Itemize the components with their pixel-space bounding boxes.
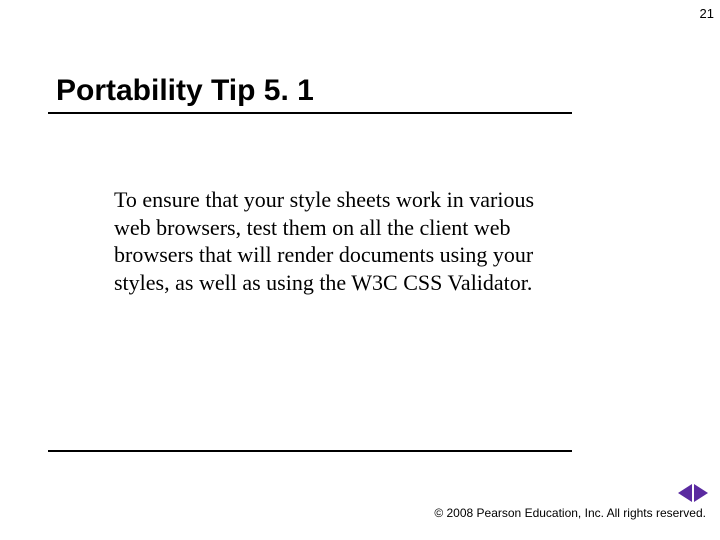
nav-arrows — [678, 484, 708, 502]
previous-arrow-icon[interactable] — [678, 484, 692, 502]
page-number: 21 — [700, 6, 714, 21]
body-text: To ensure that your style sheets work in… — [114, 186, 574, 296]
slide-title: Portability Tip 5. 1 — [56, 74, 314, 108]
copyright-text: © 2008 Pearson Education, Inc. All right… — [434, 506, 706, 520]
next-arrow-icon[interactable] — [694, 484, 708, 502]
title-underline — [48, 112, 572, 114]
bottom-divider — [48, 450, 572, 452]
